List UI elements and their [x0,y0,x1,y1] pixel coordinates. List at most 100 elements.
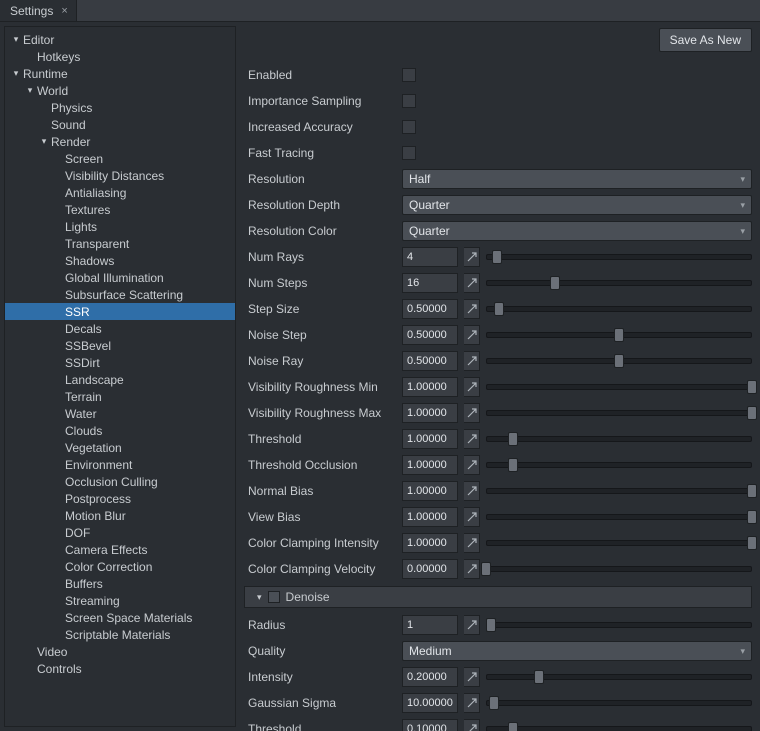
slider[interactable] [486,667,752,687]
tree-item-clouds[interactable]: Clouds [5,422,235,439]
slider[interactable] [486,615,752,635]
slider[interactable] [486,429,752,449]
chevron-down-icon[interactable]: ▾ [25,85,35,96]
tree-item-textures[interactable]: Textures [5,201,235,218]
tree-item-dof[interactable]: DOF [5,524,235,541]
tree-item-render[interactable]: ▾Render [5,133,235,150]
checkbox[interactable] [402,68,416,82]
chevron-down-icon[interactable]: ▾ [11,68,21,79]
tree-item-postprocess[interactable]: Postprocess [5,490,235,507]
slider[interactable] [486,559,752,579]
slider[interactable] [486,719,752,731]
expand-arrow-icon[interactable] [464,667,480,687]
tree-item-color-correction[interactable]: Color Correction [5,558,235,575]
denoise-section-header[interactable]: ▾ Denoise [244,586,752,608]
tree-item-scriptable-materials[interactable]: Scriptable Materials [5,626,235,643]
tree-item-hotkeys[interactable]: Hotkeys [5,48,235,65]
number-input[interactable]: 1.00000 [402,455,458,475]
number-input[interactable]: 1 [402,615,458,635]
number-input[interactable]: 10.00000 [402,693,458,713]
close-icon[interactable]: × [61,5,67,17]
number-input[interactable]: 1.00000 [402,403,458,423]
slider[interactable] [486,481,752,501]
tree-item-global-illumination[interactable]: Global Illumination [5,269,235,286]
slider-thumb[interactable] [614,328,624,342]
tree-item-transparent[interactable]: Transparent [5,235,235,252]
tree-item-buffers[interactable]: Buffers [5,575,235,592]
expand-arrow-icon[interactable] [464,325,480,345]
tree-item-ssbevel[interactable]: SSBevel [5,337,235,354]
expand-arrow-icon[interactable] [464,719,480,731]
slider[interactable] [486,273,752,293]
denoise-enable-checkbox[interactable] [268,591,280,603]
expand-arrow-icon[interactable] [464,403,480,423]
expand-arrow-icon[interactable] [464,273,480,293]
tree-item-landscape[interactable]: Landscape [5,371,235,388]
number-input[interactable]: 1.00000 [402,429,458,449]
slider-thumb[interactable] [550,276,560,290]
dropdown[interactable]: Quarter▾ [402,221,752,241]
dropdown[interactable]: Quarter▾ [402,195,752,215]
expand-arrow-icon[interactable] [464,351,480,371]
slider[interactable] [486,325,752,345]
expand-arrow-icon[interactable] [464,559,480,579]
chevron-down-icon[interactable]: ▾ [39,136,49,147]
slider-thumb[interactable] [508,432,518,446]
tree-item-environment[interactable]: Environment [5,456,235,473]
slider-thumb[interactable] [747,380,757,394]
tree-item-ssdirt[interactable]: SSDirt [5,354,235,371]
number-input[interactable]: 1.00000 [402,377,458,397]
slider-thumb[interactable] [481,562,491,576]
number-input[interactable]: 0.10000 [402,719,458,731]
tree-item-water[interactable]: Water [5,405,235,422]
tree-item-visibility-distances[interactable]: Visibility Distances [5,167,235,184]
slider-thumb[interactable] [534,670,544,684]
tree-item-decals[interactable]: Decals [5,320,235,337]
slider-thumb[interactable] [508,722,518,731]
number-input[interactable]: 0.50000 [402,351,458,371]
chevron-down-icon[interactable]: ▾ [11,34,21,45]
tree-item-ssr[interactable]: SSR [5,303,235,320]
slider[interactable] [486,693,752,713]
number-input[interactable]: 0.50000 [402,299,458,319]
tree-item-world[interactable]: ▾World [5,82,235,99]
slider-thumb[interactable] [492,250,502,264]
tab-settings[interactable]: Settings × [0,0,77,21]
number-input[interactable]: 0.50000 [402,325,458,345]
expand-arrow-icon[interactable] [464,455,480,475]
tree-item-antialiasing[interactable]: Antialiasing [5,184,235,201]
slider[interactable] [486,299,752,319]
checkbox[interactable] [402,94,416,108]
tree-item-video[interactable]: Video [5,643,235,660]
tree-item-lights[interactable]: Lights [5,218,235,235]
expand-arrow-icon[interactable] [464,533,480,553]
slider-thumb[interactable] [747,406,757,420]
slider[interactable] [486,351,752,371]
tree-item-subsurface-scattering[interactable]: Subsurface Scattering [5,286,235,303]
tree-item-runtime[interactable]: ▾Runtime [5,65,235,82]
checkbox[interactable] [402,146,416,160]
number-input[interactable]: 16 [402,273,458,293]
save-as-new-button[interactable]: Save As New [659,28,752,52]
slider-thumb[interactable] [747,536,757,550]
number-input[interactable]: 4 [402,247,458,267]
tree-item-shadows[interactable]: Shadows [5,252,235,269]
tree-item-screen-space-materials[interactable]: Screen Space Materials [5,609,235,626]
number-input[interactable]: 1.00000 [402,507,458,527]
slider-thumb[interactable] [494,302,504,316]
slider[interactable] [486,455,752,475]
expand-arrow-icon[interactable] [464,615,480,635]
slider-thumb[interactable] [747,510,757,524]
number-input[interactable]: 0.00000 [402,559,458,579]
dropdown[interactable]: Medium▾ [402,641,752,661]
tree-item-motion-blur[interactable]: Motion Blur [5,507,235,524]
slider[interactable] [486,377,752,397]
tree-item-occlusion-culling[interactable]: Occlusion Culling [5,473,235,490]
slider[interactable] [486,507,752,527]
tree-item-screen[interactable]: Screen [5,150,235,167]
number-input[interactable]: 1.00000 [402,533,458,553]
expand-arrow-icon[interactable] [464,693,480,713]
slider[interactable] [486,533,752,553]
tree-item-streaming[interactable]: Streaming [5,592,235,609]
expand-arrow-icon[interactable] [464,299,480,319]
